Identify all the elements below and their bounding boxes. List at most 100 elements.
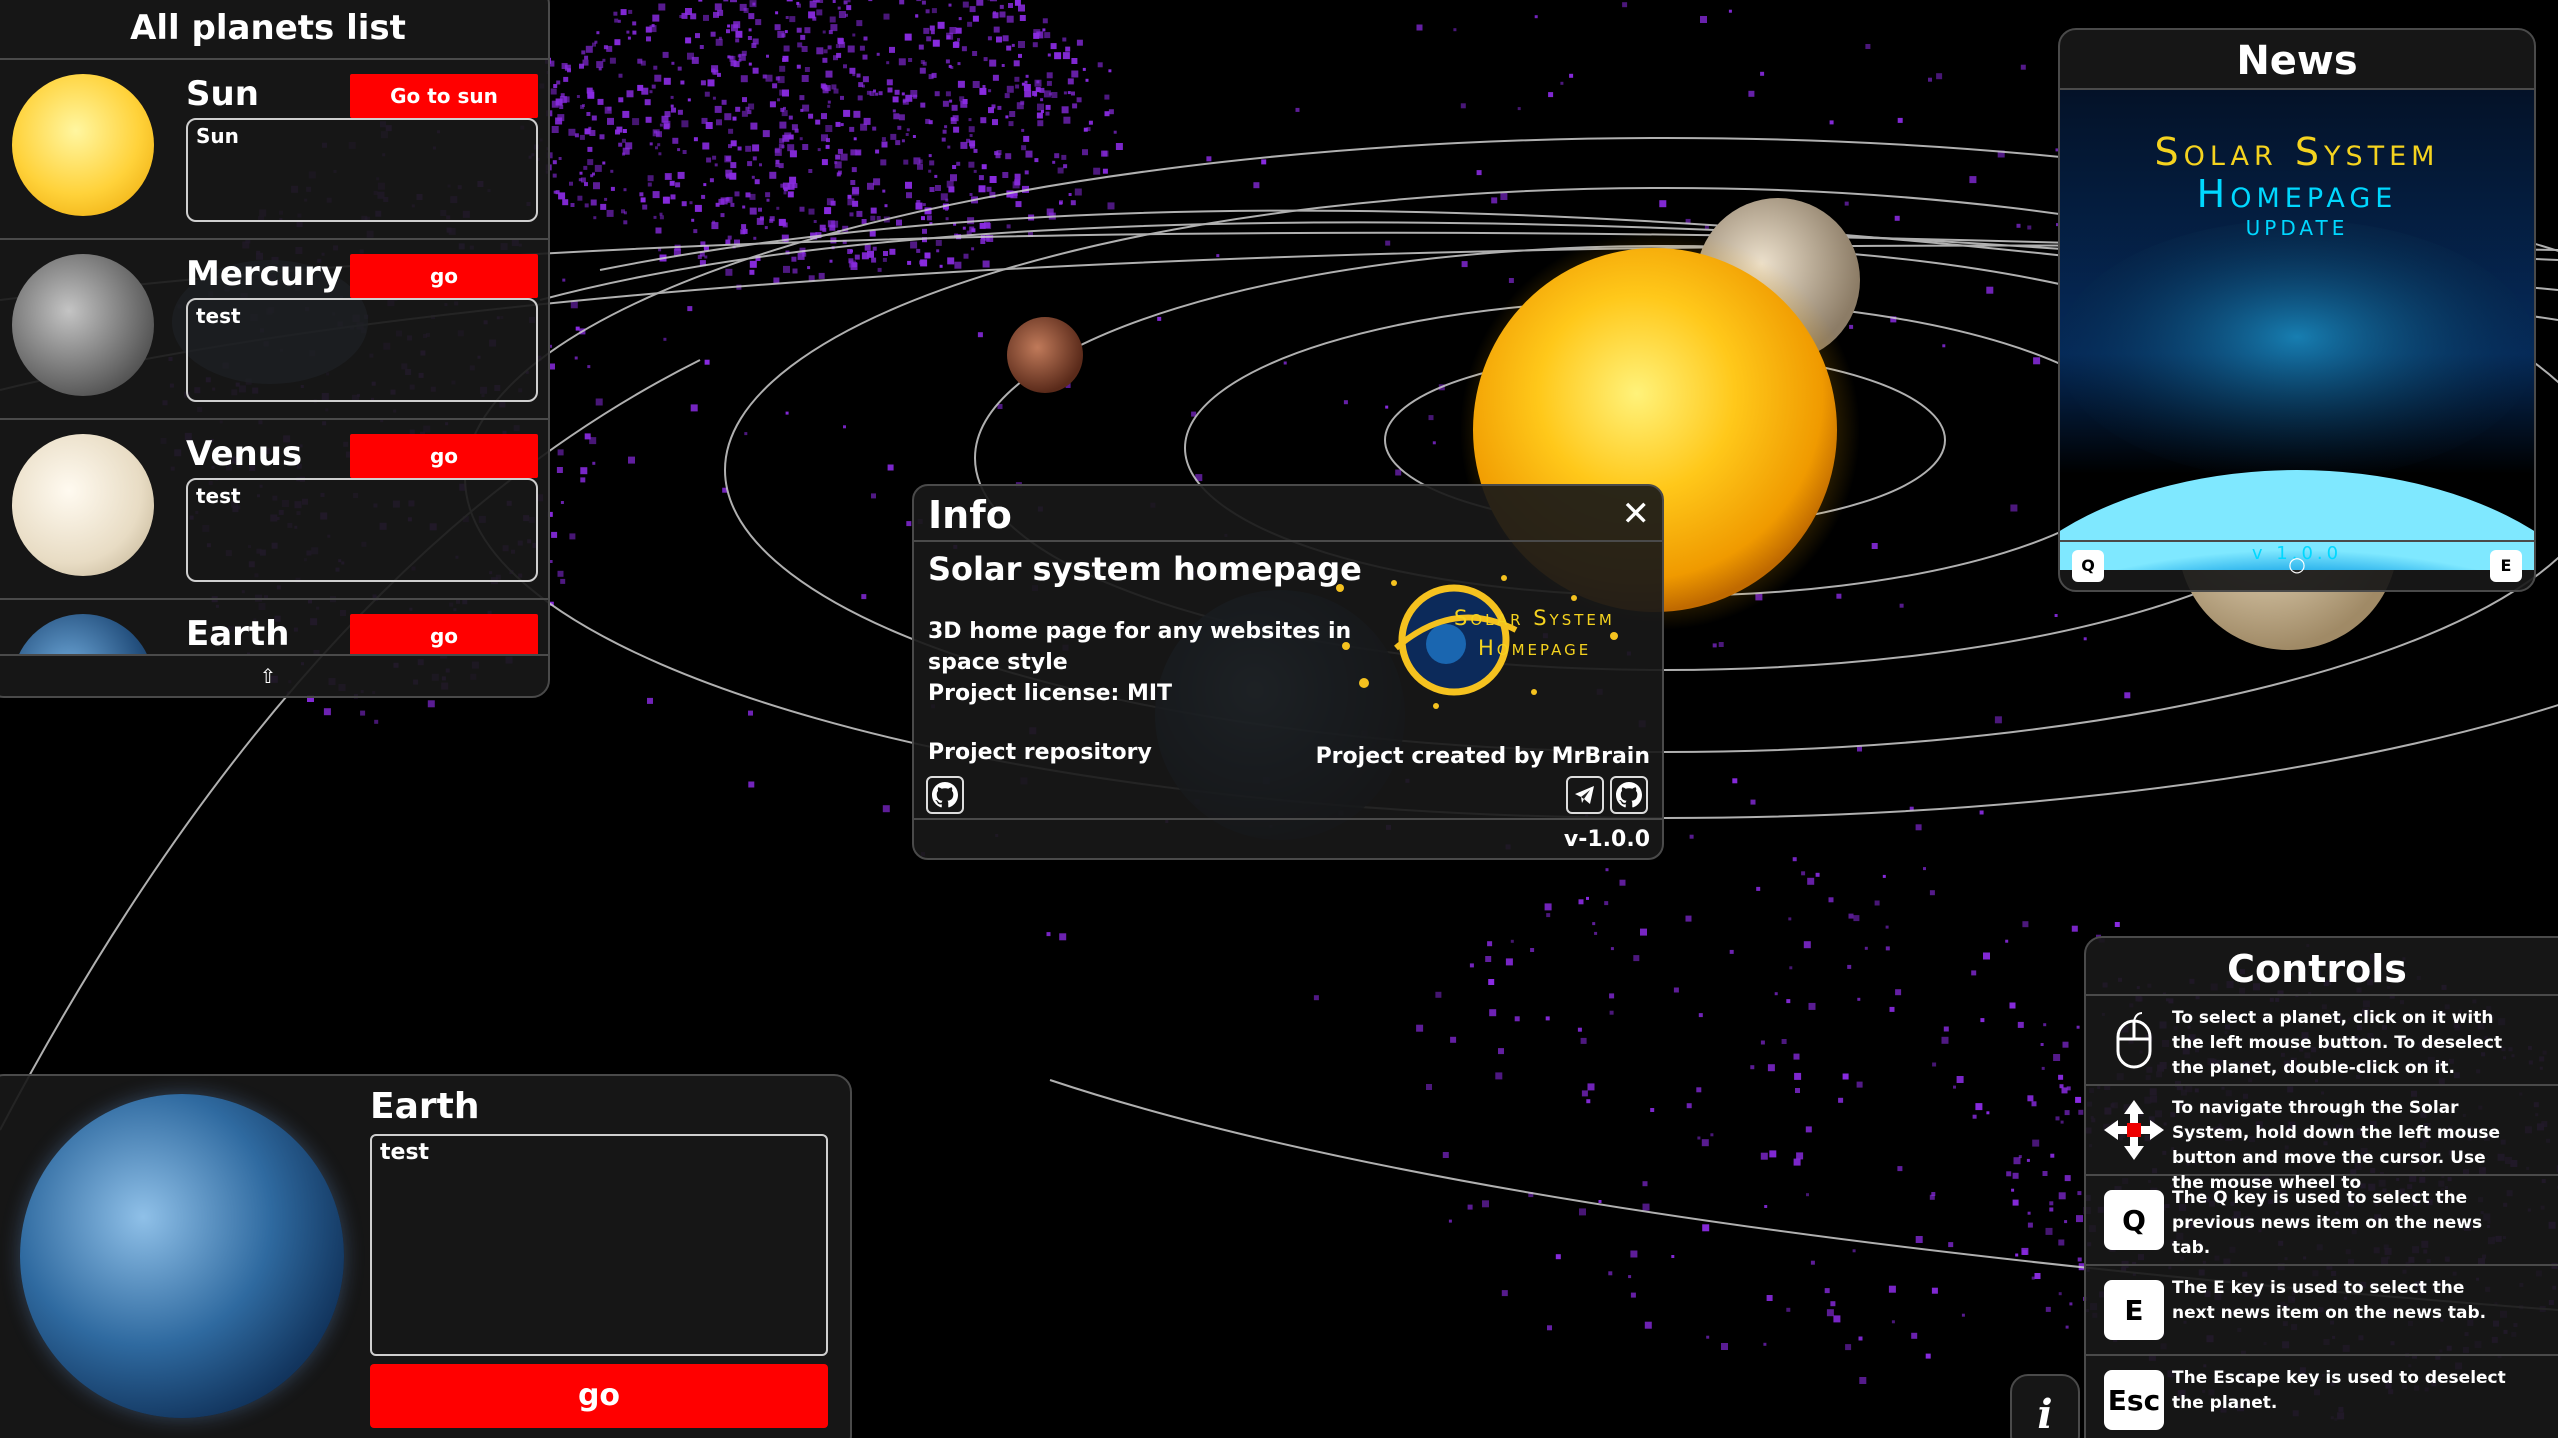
star <box>1076 97 1082 103</box>
star <box>560 501 564 504</box>
star <box>1045 111 1050 116</box>
star <box>685 37 692 44</box>
star <box>2027 1211 2031 1215</box>
star <box>607 106 612 111</box>
selected-planet-globe <box>20 1094 344 1418</box>
star <box>729 55 734 60</box>
star <box>689 201 693 205</box>
star <box>988 89 992 93</box>
star <box>1083 127 1088 132</box>
star <box>1609 993 1615 999</box>
star <box>1931 1287 1938 1294</box>
star <box>926 215 932 221</box>
star <box>1630 1292 1636 1298</box>
star <box>1013 60 1020 67</box>
star <box>853 137 857 141</box>
star <box>839 41 846 48</box>
star <box>792 268 798 274</box>
star <box>1721 1343 1728 1350</box>
star <box>881 137 886 142</box>
star <box>709 178 714 183</box>
list-item-venus[interactable]: Venus go test <box>0 420 548 600</box>
star <box>831 220 839 228</box>
star <box>655 227 662 234</box>
info-icon[interactable]: i <box>2010 1374 2080 1438</box>
star <box>741 110 748 117</box>
github-icon[interactable] <box>1610 776 1648 814</box>
star <box>628 456 635 464</box>
star <box>818 272 825 279</box>
star <box>620 9 627 16</box>
star <box>957 38 960 42</box>
next-news-button[interactable]: E <box>2490 550 2522 582</box>
star <box>1774 992 1778 996</box>
star <box>897 125 902 130</box>
star <box>1467 1204 1473 1210</box>
star <box>622 110 630 118</box>
star <box>1925 1353 1931 1359</box>
star <box>551 126 559 133</box>
star <box>730 202 735 207</box>
star <box>640 60 646 66</box>
star <box>978 175 984 181</box>
star <box>2005 939 2009 943</box>
star <box>826 138 830 143</box>
star <box>1808 1002 1816 1010</box>
star <box>969 6 976 13</box>
star <box>2083 637 2087 641</box>
star <box>840 95 844 100</box>
star <box>578 178 582 182</box>
star <box>758 207 762 212</box>
selected-planet-go-button[interactable]: go <box>370 1364 828 1428</box>
star <box>1047 53 1051 57</box>
star <box>1729 949 1734 954</box>
go-mercury-button[interactable]: go <box>350 254 538 298</box>
list-item-mercury[interactable]: Mercury go test <box>0 240 548 420</box>
star <box>993 11 996 15</box>
star <box>1923 867 1926 871</box>
planets-list-title: All planets list <box>0 0 548 60</box>
star <box>847 45 855 53</box>
github-icon[interactable] <box>926 776 964 814</box>
star <box>906 128 910 132</box>
star <box>915 14 919 18</box>
star <box>682 150 687 154</box>
news-poster[interactable]: Solar System Homepage UPDATE v 1.0.0 <box>2060 90 2534 570</box>
star <box>742 205 746 209</box>
go-earth-button[interactable]: go <box>350 614 538 656</box>
star <box>1050 43 1057 50</box>
star <box>1002 172 1009 178</box>
star <box>1006 15 1014 23</box>
list-item-earth[interactable]: Earth go <box>0 600 548 656</box>
star <box>1036 31 1044 39</box>
star <box>587 159 594 166</box>
star <box>632 21 637 26</box>
star <box>626 90 634 98</box>
star <box>972 15 979 22</box>
star <box>783 191 787 195</box>
star <box>802 144 809 150</box>
star <box>840 123 844 127</box>
planets-list-scroll[interactable]: Sun Go to sun Sun Mercury go test Venus … <box>0 60 548 656</box>
star <box>1698 1013 1703 1018</box>
star <box>1024 80 1028 84</box>
close-icon[interactable]: ✕ <box>1622 494 1651 534</box>
star <box>1072 103 1078 109</box>
star <box>677 109 683 115</box>
star <box>1961 1313 1965 1317</box>
star <box>789 150 797 158</box>
star <box>645 116 652 123</box>
star <box>1605 868 1609 872</box>
star <box>973 169 977 173</box>
star <box>786 0 793 2</box>
arrow-up-icon[interactable]: ⇧ <box>0 654 548 696</box>
star <box>568 128 576 136</box>
mars-planet[interactable] <box>1007 317 1083 393</box>
star <box>2069 1302 2073 1306</box>
star <box>1697 1136 1701 1140</box>
go-to-sun-button[interactable]: Go to sun <box>350 74 538 118</box>
telegram-icon[interactable] <box>1566 776 1604 814</box>
star <box>955 27 962 34</box>
go-venus-button[interactable]: go <box>350 434 538 478</box>
list-item-sun[interactable]: Sun Go to sun Sun <box>0 60 548 240</box>
